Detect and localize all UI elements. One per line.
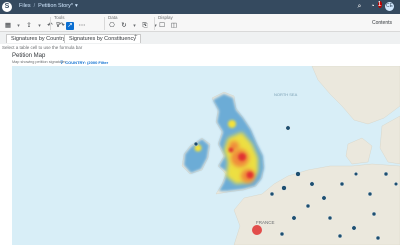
- filter-icon: ⊽: [60, 59, 64, 65]
- divider: [154, 17, 155, 30]
- widget-subtitle: Map showing petition signatures: [12, 60, 67, 64]
- story-toolbar: ▦ ▾ ⇪ ▾ ↶ ↷ Tools ⊽ ↗ ⋯ Data ⎔ ↻ ▾ ⎘ ▾ D…: [0, 14, 400, 32]
- tab-signatures-by-country[interactable]: Signatures by Country: [6, 34, 71, 43]
- divider: [50, 17, 51, 30]
- map-bubble[interactable]: [375, 235, 381, 241]
- tab-signatures-by-constituency[interactable]: Signatures by Constituency: [64, 34, 141, 43]
- map-bubble[interactable]: [394, 181, 399, 186]
- map-bubble[interactable]: [354, 171, 359, 176]
- link-icon[interactable]: ⎘: [141, 22, 149, 30]
- avatar[interactable]: CE: [385, 2, 394, 11]
- map-bubble[interactable]: [309, 181, 315, 187]
- north-sea-label: NORTH SEA: [274, 92, 298, 97]
- formula-hint: Select a table cell to use the formula b…: [2, 45, 83, 50]
- map-bubble[interactable]: [339, 181, 345, 187]
- add-page-icon[interactable]: +: [134, 34, 138, 40]
- grid-icon[interactable]: ▦: [4, 22, 12, 30]
- map-bubble[interactable]: [279, 231, 285, 237]
- chevron-down-icon[interactable]: ▾: [132, 22, 137, 30]
- map-widget[interactable]: Petition Map Map showing petition signat…: [0, 51, 400, 245]
- map-bubble[interactable]: [295, 171, 301, 177]
- france-label: FRANCE: [256, 220, 275, 225]
- shell-bar: S Files / Petition Story* ▾ ⌕ ◔ 1 CE: [0, 0, 400, 14]
- map-bubble[interactable]: [269, 191, 275, 197]
- notification-icon[interactable]: ◔ 1: [370, 1, 382, 11]
- map-bubble[interactable]: [305, 203, 311, 209]
- display-group: Display ☐ ◫: [158, 15, 178, 30]
- map-bubble[interactable]: [367, 191, 373, 197]
- input-controls-icon[interactable]: ⎔: [108, 22, 116, 30]
- map-bubble[interactable]: [193, 141, 199, 147]
- map-bubble-highlight[interactable]: [252, 225, 262, 235]
- map-bubble[interactable]: [285, 125, 291, 131]
- tools-group: Tools ⊽ ↗ ⋯: [54, 15, 86, 30]
- breadcrumb: Files / Petition Story* ▾: [19, 3, 78, 9]
- app-logo[interactable]: S: [2, 2, 12, 12]
- share-icon[interactable]: ⇪: [25, 22, 33, 30]
- map-bubble[interactable]: [383, 171, 389, 177]
- map-canvas[interactable]: NORTH SEA FRANCE: [12, 66, 400, 245]
- refresh-icon[interactable]: ↻: [120, 22, 128, 30]
- chevron-down-icon[interactable]: ▾: [16, 22, 21, 30]
- filter-token[interactable]: ⊽ COUNTRY: (2000 Filter: [60, 60, 108, 66]
- map-bubble[interactable]: [321, 195, 327, 201]
- contents-button[interactable]: Contents: [372, 20, 392, 26]
- filter-icon[interactable]: ⊽: [54, 22, 62, 30]
- page-tabs: Signatures by Country Signatures by Cons…: [0, 32, 400, 44]
- notification-badge: 1: [377, 1, 382, 8]
- divider: [104, 17, 105, 30]
- filter-token-label: COUNTRY: (2000 Filter: [65, 60, 109, 65]
- map-bubble[interactable]: [291, 215, 297, 221]
- breadcrumb-story: Petition Story*: [38, 3, 74, 9]
- map-bubble[interactable]: [337, 233, 343, 239]
- breadcrumb-files[interactable]: Files: [19, 3, 31, 9]
- map-bubble[interactable]: [351, 225, 357, 231]
- search-icon[interactable]: ⌕: [355, 2, 364, 11]
- map-bubble[interactable]: [281, 185, 287, 191]
- geo-map[interactable]: NORTH SEA FRANCE: [12, 66, 400, 245]
- more-icon[interactable]: ⋯: [78, 22, 86, 30]
- comment-icon[interactable]: ☐: [158, 22, 166, 30]
- chevron-down-icon[interactable]: ▾: [75, 3, 78, 9]
- data-group: Data ⎔ ↻ ▾ ⎘ ▾: [108, 15, 158, 30]
- view-icon[interactable]: ◫: [170, 22, 178, 30]
- map-bubble[interactable]: [327, 215, 333, 221]
- map-bubble[interactable]: [371, 211, 377, 217]
- explorer-icon[interactable]: ↗: [66, 21, 74, 30]
- chevron-down-icon[interactable]: ▾: [37, 22, 42, 30]
- widget-title: Petition Map: [12, 53, 46, 59]
